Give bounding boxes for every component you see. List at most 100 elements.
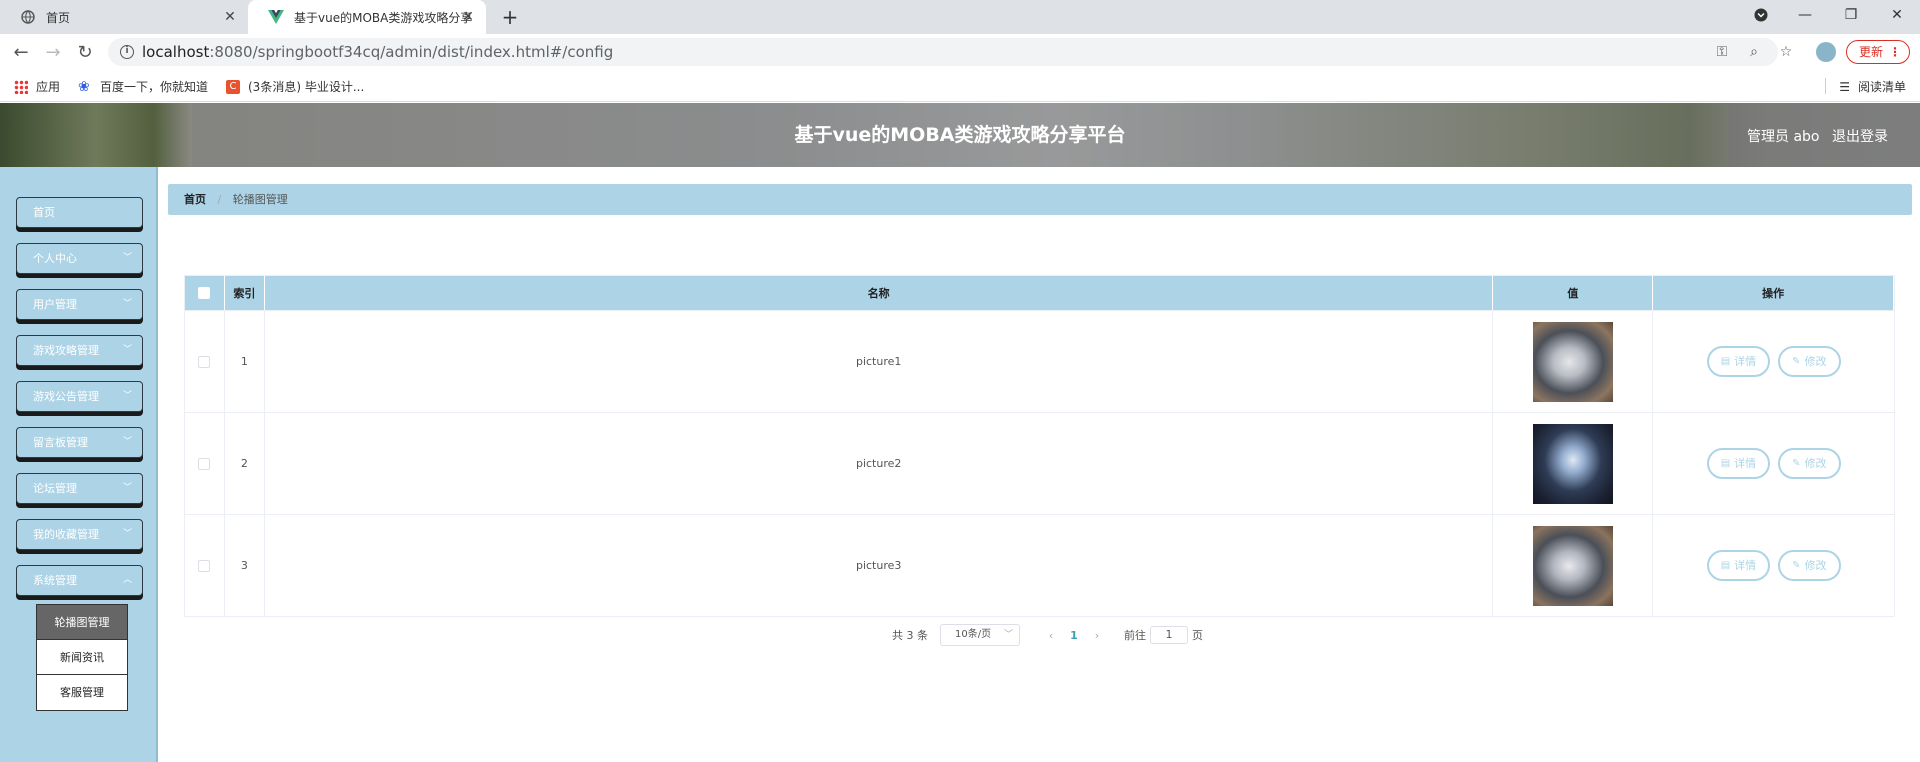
profile-avatar[interactable] bbox=[1816, 42, 1836, 62]
pagination-total: 共 3 条 bbox=[892, 629, 928, 642]
sidebar-item-message-board[interactable]: 留言板管理 ﹀ bbox=[16, 427, 143, 458]
row-checkbox[interactable] bbox=[198, 457, 211, 470]
close-tab-icon[interactable]: ✕ bbox=[222, 9, 238, 25]
breadcrumb-current: 轮播图管理 bbox=[232, 193, 288, 206]
row-checkbox-cell bbox=[185, 311, 225, 412]
current-user: 管理员 abo bbox=[1747, 129, 1820, 145]
reading-list[interactable]: ☰ 阅读清单 bbox=[1825, 78, 1906, 95]
config-table: 索引 名称 值 操作 1 picture1 ▤ 详情 ✎ 修改 2 picture2… bbox=[184, 275, 1895, 617]
bookmark-baidu[interactable]: ❀ 百度一下，你就知道 bbox=[78, 78, 208, 95]
key-icon[interactable]: ⚿ bbox=[1712, 42, 1732, 62]
more-menu-icon[interactable]: ⋮ bbox=[1889, 41, 1901, 63]
sidebar-item-system[interactable]: 系统管理 ︿ bbox=[16, 565, 143, 596]
submenu-item-news[interactable]: 新闻资讯 bbox=[37, 640, 127, 675]
breadcrumb: 首页 / 轮播图管理 bbox=[168, 184, 1912, 215]
window-close-icon[interactable]: ✕ bbox=[1874, 0, 1920, 30]
browser-tab-active[interactable]: 基于vue的MOBA类游戏攻略分享 ✕ bbox=[248, 0, 486, 34]
next-page-icon[interactable]: › bbox=[1086, 629, 1108, 642]
url-bar[interactable]: i localhost:8080/springbootf34cq/admin/d… bbox=[108, 38, 1792, 66]
row-actions: ▤ 详情 ✎ 修改 bbox=[1653, 311, 1894, 412]
row-name: picture2 bbox=[265, 413, 1494, 514]
row-actions: ▤ 详情 ✎ 修改 bbox=[1653, 515, 1894, 616]
header-name: 名称 bbox=[265, 276, 1494, 310]
row-checkbox-cell bbox=[185, 413, 225, 514]
sidebar-item-game-notices[interactable]: 游戏公告管理 ﹀ bbox=[16, 381, 143, 412]
table-row: 1 picture1 ▤ 详情 ✎ 修改 bbox=[185, 310, 1894, 412]
zoom-icon[interactable]: ⌕ bbox=[1744, 42, 1764, 62]
carousel-thumbnail bbox=[1532, 321, 1613, 402]
table-header: 索引 名称 值 操作 bbox=[185, 276, 1894, 310]
update-button[interactable]: 更新 ⋮ bbox=[1846, 40, 1910, 64]
address-toolbar: ← → ↻ i localhost:8080/springbootf34cq/a… bbox=[0, 34, 1920, 70]
sidebar-item-favorites[interactable]: 我的收藏管理 ﹀ bbox=[16, 519, 143, 550]
header-actions: 操作 bbox=[1653, 276, 1894, 310]
back-arrow-icon[interactable]: ← bbox=[10, 42, 32, 64]
submenu-item-customer-service[interactable]: 客服管理 bbox=[37, 675, 127, 710]
goto-suffix: 页 bbox=[1192, 629, 1203, 642]
breadcrumb-home[interactable]: 首页 bbox=[184, 193, 206, 206]
bookmarks-bar: 应用 ❀ 百度一下，你就知道 C (3条消息) 毕业设计... ☰ 阅读清单 bbox=[0, 70, 1920, 102]
forward-arrow-icon[interactable]: → bbox=[42, 42, 64, 64]
url-text[interactable]: localhost:8080/springbootf34cq/admin/dis… bbox=[142, 43, 613, 61]
detail-button[interactable]: ▤ 详情 bbox=[1706, 448, 1771, 479]
page-size-select[interactable]: 10条/页 ﹀ bbox=[940, 624, 1020, 646]
chevron-down-icon: ﹀ bbox=[122, 391, 132, 401]
pencil-icon: ✎ bbox=[1792, 356, 1801, 367]
browser-tab-home[interactable]: 首页 ✕ bbox=[0, 0, 248, 34]
pencil-icon: ✎ bbox=[1792, 458, 1801, 469]
row-index: 1 bbox=[225, 311, 265, 412]
sidebar-item-home[interactable]: 首页 bbox=[16, 197, 143, 228]
carousel-thumbnail bbox=[1532, 423, 1613, 504]
chevron-down-icon: ﹀ bbox=[122, 299, 132, 309]
header-value: 值 bbox=[1493, 276, 1654, 310]
reload-icon[interactable]: ↻ bbox=[74, 42, 96, 64]
chevron-down-icon: ﹀ bbox=[122, 529, 132, 539]
goto-page-input[interactable]: 1 bbox=[1150, 626, 1188, 644]
row-value-cell bbox=[1493, 311, 1654, 412]
row-checkbox[interactable] bbox=[198, 559, 211, 572]
tab-search-icon[interactable] bbox=[1738, 0, 1784, 30]
csdn-c-icon: C bbox=[226, 79, 240, 94]
close-tab-icon[interactable]: ✕ bbox=[460, 9, 476, 25]
logout-link[interactable]: 退出登录 bbox=[1832, 126, 1888, 146]
chevron-down-icon: ﹀ bbox=[1003, 630, 1013, 640]
pagination: 共 3 条 10条/页 ﹀ ‹ 1 › 前往 1 页 bbox=[892, 624, 1203, 646]
globe-icon bbox=[20, 9, 36, 25]
sidebar-item-personal-center[interactable]: 个人中心 ﹀ bbox=[16, 243, 143, 274]
toolbar-divider bbox=[1825, 78, 1827, 94]
page-number[interactable]: 1 bbox=[1062, 629, 1086, 642]
goto-label: 前往 bbox=[1124, 629, 1146, 642]
bookmark-apps[interactable]: 应用 bbox=[14, 78, 60, 95]
sidebar-item-game-guides[interactable]: 游戏攻略管理 ﹀ bbox=[16, 335, 143, 366]
submenu-item-carousel[interactable]: 轮播图管理 bbox=[37, 605, 127, 640]
minimize-icon[interactable]: — bbox=[1782, 0, 1828, 30]
chevron-down-icon: ﹀ bbox=[122, 253, 132, 263]
sidebar: 首页 个人中心 ﹀ 用户管理 ﹀ 游戏攻略管理 ﹀ 游戏公告管理 ﹀ 留言板管理 ﹀ 论坛… bbox=[0, 167, 158, 762]
select-all-checkbox[interactable] bbox=[198, 287, 211, 299]
detail-button[interactable]: ▤ 详情 bbox=[1706, 346, 1771, 377]
edit-button[interactable]: ✎ 修改 bbox=[1778, 550, 1841, 581]
browser-tab-label: 首页 bbox=[46, 10, 71, 25]
row-checkbox[interactable] bbox=[198, 355, 211, 368]
detail-button[interactable]: ▤ 详情 bbox=[1706, 550, 1771, 581]
sidebar-item-users[interactable]: 用户管理 ﹀ bbox=[16, 289, 143, 320]
edit-button[interactable]: ✎ 修改 bbox=[1778, 448, 1841, 479]
bookmark-star-icon[interactable]: ☆ bbox=[1776, 42, 1796, 62]
row-actions: ▤ 详情 ✎ 修改 bbox=[1653, 413, 1894, 514]
table-row: 3 picture3 ▤ 详情 ✎ 修改 bbox=[185, 514, 1894, 616]
row-index: 2 bbox=[225, 413, 265, 514]
row-checkbox-cell bbox=[185, 515, 225, 616]
row-name: picture3 bbox=[265, 515, 1494, 616]
vue-logo-icon bbox=[268, 9, 284, 25]
edit-button[interactable]: ✎ 修改 bbox=[1778, 346, 1841, 377]
restore-icon[interactable]: ❐ bbox=[1828, 0, 1874, 30]
prev-page-icon[interactable]: ‹ bbox=[1040, 629, 1062, 642]
chevron-up-icon: ︿ bbox=[122, 575, 132, 585]
row-value-cell bbox=[1493, 515, 1654, 616]
table-row: 2 picture2 ▤ 详情 ✎ 修改 bbox=[185, 412, 1894, 514]
bookmark-csdn[interactable]: C (3条消息) 毕业设计... bbox=[226, 78, 364, 95]
carousel-thumbnail bbox=[1532, 525, 1613, 606]
site-info-icon[interactable]: i bbox=[120, 45, 134, 59]
new-tab-icon[interactable]: + bbox=[498, 5, 522, 29]
sidebar-item-forum[interactable]: 论坛管理 ﹀ bbox=[16, 473, 143, 504]
